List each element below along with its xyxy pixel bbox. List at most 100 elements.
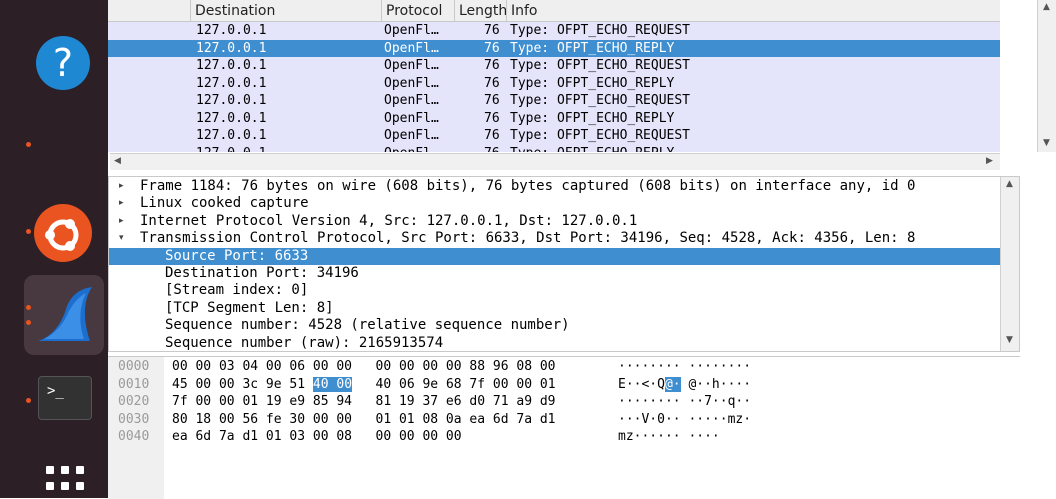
expand-arrow-icon[interactable]: ▸: [119, 178, 124, 196]
detail-item[interactable]: [Stream index: 0]: [109, 282, 1001, 300]
destination-cell: 127.0.0.1: [196, 93, 267, 108]
highlighted-ascii[interactable]: @·: [664, 376, 681, 392]
protocol-cell: OpenFl…: [384, 75, 439, 91]
length-cell: 76: [484, 23, 500, 38]
packet-row[interactable]: 127.0.0.1 OpenFl… 76 Type: OFPT_ECHO_REQUES…: [108, 127, 1000, 145]
info-cell: Type: OFPT_ECHO_REPLY: [510, 40, 675, 56]
scroll-up-icon[interactable]: ▲: [1043, 2, 1050, 12]
scroll-left-icon[interactable]: ◀: [114, 156, 121, 166]
column-header-info[interactable]: Info: [506, 0, 1000, 22]
detail-text: [Stream index: 0]: [165, 282, 309, 299]
detail-item[interactable]: Sequence number: 4528 (relative sequence…: [109, 317, 1001, 335]
running-indicator: [26, 320, 31, 325]
running-indicator: [26, 398, 31, 403]
packet-list-vertical-scrollbar[interactable]: ▲ ▼: [1037, 0, 1056, 152]
dock: ? >_: [0, 0, 108, 498]
details-rows: ▸ Frame 1184: 76 bytes on wire (608 bits)…: [109, 178, 1001, 350]
detail-text: Linux cooked capture: [140, 195, 309, 212]
details-vertical-scrollbar[interactable]: ▲ ▼: [1000, 177, 1019, 351]
byte-offset: 0020: [118, 394, 150, 409]
detail-text: Frame 1184: 76 bytes on wire (608 bits),…: [140, 178, 916, 194]
hex-bytes[interactable]: 45 00 00 3c 9e 51 40 00 40 06 9e 68 7f 0…: [172, 376, 556, 394]
highlighted-bytes[interactable]: 40 00: [312, 376, 353, 392]
hex-rows: 0000 00 00 03 04 00 06 00 00 00 00 00 00 …: [108, 357, 1008, 499]
destination-cell: 127.0.0.1: [196, 23, 267, 38]
detail-text: [TCP Segment Len: 8]: [165, 299, 334, 316]
info-cell: Type: OFPT_ECHO_REPLY: [510, 145, 674, 153]
packet-rows: 127.0.0.1 OpenFl… 76 Type: OFPT_ECHO_REQUES…: [108, 22, 1000, 152]
info-cell: Type: OFPT_ECHO_REPLY: [510, 110, 675, 126]
length-cell: 76: [484, 40, 500, 56]
hex-bytes[interactable]: 7f 00 00 01 19 e9 85 94 81 19 37 e6 d0 7…: [172, 393, 556, 411]
detail-item[interactable]: ▸ Internet Protocol Version 4, Src: 127.0…: [109, 213, 1001, 231]
expand-arrow-icon[interactable]: ▸: [119, 195, 124, 213]
wireshark-app[interactable]: [24, 275, 104, 355]
detail-item[interactable]: Source Port: 6633: [109, 247, 1001, 266]
length-cell: 76: [484, 93, 500, 108]
destination-cell: 127.0.0.1: [196, 128, 267, 143]
destination-cell: 127.0.0.1: [196, 145, 266, 153]
detail-item[interactable]: ▸ Linux cooked capture: [109, 195, 1001, 213]
info-cell: Type: OFPT_ECHO_REQUEST: [510, 23, 691, 38]
packet-bytes-pane: 0000 00 00 03 04 00 06 00 00 00 00 00 00 …: [108, 356, 1020, 499]
collapse-arrow-icon[interactable]: ▾: [119, 230, 124, 248]
length-cell: 76: [484, 110, 500, 126]
packet-row[interactable]: 127.0.0.1 OpenFl… 76 Type: OFPT_ECHO_REPLY: [108, 144, 1000, 153]
packet-list-horizontal-scrollbar[interactable]: ◀ ▶: [110, 153, 1000, 170]
hex-bytes[interactable]: 80 18 00 56 fe 30 00 00 01 01 08 0a ea 6…: [172, 411, 556, 429]
packet-list: Destination Protocol Length Info 127.0.0…: [108, 0, 1056, 170]
detail-item[interactable]: Destination Port: 34196: [109, 265, 1001, 283]
detail-item[interactable]: ▾ Transmission Control Protocol, Src Port…: [109, 230, 1001, 248]
info-cell: Type: OFPT_ECHO_REQUEST: [510, 58, 691, 73]
ubuntu-icon: [34, 204, 92, 262]
detail-item[interactable]: Sequence number (raw): 2165913574: [109, 335, 1001, 350]
ubuntu-software-app[interactable]: [24, 196, 104, 276]
column-header-blank[interactable]: [108, 0, 190, 22]
running-indicator: [26, 229, 31, 234]
packet-row[interactable]: 127.0.0.1 OpenFl… 76 Type: OFPT_ECHO_REPLY: [108, 39, 1000, 57]
scroll-up-icon[interactable]: ▲: [1006, 179, 1013, 189]
ascii-bytes[interactable]: ···V·0·· ·····mz·: [618, 411, 751, 429]
protocol-cell: OpenFl…: [384, 93, 439, 108]
show-apps-icon[interactable]: [46, 466, 84, 492]
detail-item[interactable]: [TCP Segment Len: 8]: [109, 300, 1001, 318]
running-indicator: [26, 142, 31, 147]
packet-row[interactable]: 127.0.0.1 OpenFl… 76 Type: OFPT_ECHO_REQUES…: [108, 57, 1000, 75]
packet-row[interactable]: 127.0.0.1 OpenFl… 76 Type: OFPT_ECHO_REPLY: [108, 109, 1000, 127]
ascii-bytes[interactable]: ········ ··7··q··: [618, 393, 751, 411]
column-header-length[interactable]: Length: [454, 0, 506, 22]
detail-text: Source Port: 6633: [165, 247, 309, 264]
ascii-bytes[interactable]: E··<·Q@· @··h····: [618, 376, 751, 394]
wireshark-icon: [38, 287, 92, 341]
ascii-bytes[interactable]: mz······ ····: [618, 428, 720, 446]
packet-details-tree: ▸ Frame 1184: 76 bytes on wire (608 bits)…: [108, 176, 1020, 352]
column-header-destination[interactable]: Destination: [190, 0, 381, 22]
hex-bytes[interactable]: ea 6d 7a d1 01 03 00 08 00 00 00 00: [172, 428, 462, 446]
byte-offset: 0040: [118, 429, 150, 444]
byte-offset: 0000: [118, 359, 150, 374]
packet-row[interactable]: 127.0.0.1 OpenFl… 76 Type: OFPT_ECHO_REPLY: [108, 74, 1000, 92]
length-cell: 76: [484, 58, 500, 73]
packet-row[interactable]: 127.0.0.1 OpenFl… 76 Type: OFPT_ECHO_REQUES…: [108, 22, 1000, 40]
length-cell: 76: [484, 75, 500, 91]
ascii-bytes[interactable]: ········ ········: [618, 358, 751, 376]
destination-cell: 127.0.0.1: [196, 40, 267, 56]
destination-cell: 127.0.0.1: [196, 58, 267, 73]
info-cell: Type: OFPT_ECHO_REPLY: [510, 75, 675, 91]
protocol-cell: OpenFl…: [384, 128, 439, 143]
info-cell: Type: OFPT_ECHO_REQUEST: [510, 128, 691, 143]
packet-row[interactable]: 127.0.0.1 OpenFl… 76 Type: OFPT_ECHO_REQUES…: [108, 92, 1000, 110]
scroll-down-icon[interactable]: ▼: [1006, 335, 1013, 345]
terminal-app[interactable]: >_: [24, 372, 104, 452]
scroll-down-icon[interactable]: ▼: [1043, 138, 1050, 148]
column-header-protocol[interactable]: Protocol: [381, 0, 454, 22]
hex-bytes[interactable]: 00 00 03 04 00 06 00 00 00 00 00 00 88 9…: [172, 358, 556, 376]
running-indicator: [26, 305, 31, 310]
detail-text: Destination Port: 34196: [165, 265, 359, 281]
destination-cell: 127.0.0.1: [196, 75, 267, 91]
scroll-right-icon[interactable]: ▶: [986, 156, 993, 166]
detail-item[interactable]: ▸ Frame 1184: 76 bytes on wire (608 bits)…: [109, 178, 1001, 196]
expand-arrow-icon[interactable]: ▸: [119, 213, 124, 231]
detail-text: Sequence number (raw): 2165913574: [165, 334, 444, 350]
help-app[interactable]: ?: [24, 22, 104, 102]
